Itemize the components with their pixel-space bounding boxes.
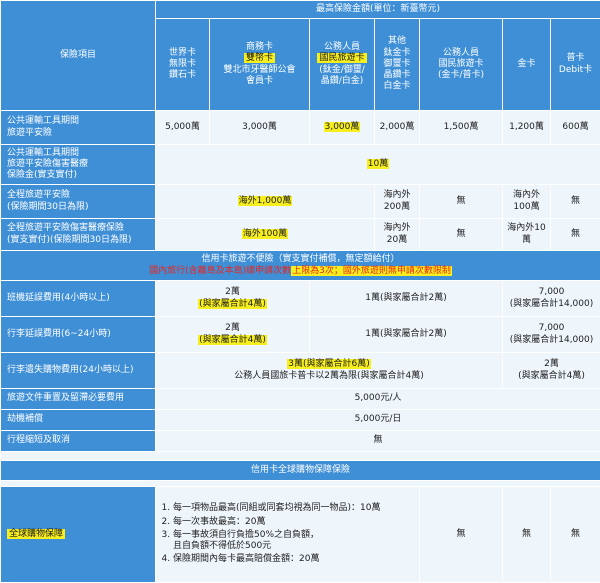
cell: 3,000萬 <box>210 111 310 145</box>
cell: 海外100萬 <box>156 219 375 251</box>
notice-highlight: 上限為3次；國外旅遊則無申請次數限制 <box>291 266 452 276</box>
cell: 海內外20萬 <box>375 219 420 251</box>
table-row: 行李延誤費用(6~24小時) 2萬 (與家屬合計4萬) 1萬(與家屬合計2萬) … <box>1 317 600 353</box>
table-row: 全球購物保障 每一項物品最高(同組或同套均視為同一物品)：10萬 每一次事故最高… <box>1 487 600 583</box>
row-label: 旅遊文件重置及留滯必要費用 <box>1 389 156 410</box>
table-row: 班機延誤費用(4小時以上) 2萬 (與家屬合計4萬) 1萬(與家屬合計2萬) 7… <box>1 281 600 317</box>
insurance-table: 保險項目 最高保險金額(單位：新臺幣元) 世界卡 無限卡 鑽石卡 商務卡 雙幣卡… <box>0 0 600 583</box>
row-label: 行李延誤費用(6~24小時) <box>1 317 156 353</box>
cell: 無 <box>420 219 503 251</box>
table-row: 公共運輸工具期間 旅遊平安險 5,000萬 3,000萬 3,000萬 2,00… <box>1 111 600 145</box>
cell: 無 <box>551 219 600 251</box>
card-header-gold: 金卡 <box>503 19 551 111</box>
card-header-civil-gold: 公務人員 國民旅遊卡 (金卡/普卡) <box>420 19 503 111</box>
dual-currency-highlight: 雙幣卡 <box>244 53 275 63</box>
spacer <box>1 452 600 461</box>
list-item: 每一事故須自行負擔50%之自負額，且自負額不得低於500元 <box>173 530 416 553</box>
table-row: 全程旅遊平安險傷害醫療保險 (實支實付)(保險期間30日為限) 海外100萬 海… <box>1 219 600 251</box>
table-row: 全程旅遊平安險 (保險期間30日為限) 海外1,000萬 海內外 200萬 無 … <box>1 185 600 219</box>
table-row: 公共運輸工具期間 旅遊平安險傷害醫療 保險金(實支實付) 10萬 <box>1 145 600 185</box>
item-column-header: 保險項目 <box>1 1 156 111</box>
cell: 2萬 (與家屬合計4萬) <box>156 281 310 317</box>
cell: 2萬 (與家屬合計4萬) <box>503 353 600 389</box>
cell: 5,000萬 <box>156 111 210 145</box>
cell: 無 <box>551 185 600 219</box>
table-row: 劫機補償 5,000元/日 <box>1 410 600 431</box>
cell: 1萬(與家屬合計2萬) <box>310 317 503 353</box>
card-header-other: 其他 鈦金卡 御璽卡 晶鑽卡 白金卡 <box>375 19 420 111</box>
row-label: 行李遺失購物費用(24小時以上) <box>1 353 156 389</box>
card-header-world: 世界卡 無限卡 鑽石卡 <box>156 19 210 111</box>
row-label: 行程縮短及取消 <box>1 431 156 452</box>
notice-prefix: 國內旅行(含離島及本島)總申請次數 <box>149 266 291 276</box>
cell: 7,000 (與家屬合計14,000) <box>503 317 600 353</box>
section-title: 信用卡旅遊不便險（實支實付補償，無定額給付） 國內旅行(含離島及本島)總申請次數… <box>1 251 600 281</box>
cell: 10萬 <box>156 145 600 185</box>
cell: 600萬 <box>551 111 600 145</box>
cell: 2,000萬 <box>375 111 420 145</box>
card-header-business: 商務卡 雙幣卡 雙北市牙醫師公會 會員卡 <box>210 19 310 111</box>
cell: 5,000元/人 <box>156 389 600 410</box>
shopping-notes: 每一項物品最高(同組或同套均視為同一物品)：10萬 每一次事故最高：20萬 每一… <box>156 487 420 583</box>
card-header-classic: 普卡 Debit卡 <box>551 19 600 111</box>
table-row: 行程縮短及取消 無 <box>1 431 600 452</box>
list-item: 保險期間內每卡最高賠償金額：20萬 <box>173 554 416 565</box>
list-item: 每一次事故最高：20萬 <box>173 517 416 528</box>
section-title: 信用卡全球購物保障保險 <box>1 461 600 481</box>
cell: 無 <box>156 431 600 452</box>
row-label: 班機延誤費用(4小時以上) <box>1 281 156 317</box>
cell: 海內外10萬 <box>503 219 551 251</box>
cell: 1,500萬 <box>420 111 503 145</box>
table-row: 行李遺失購物費用(24小時以上) 3萬(與家屬合計6萬) 公務人員國旅卡普卡以2… <box>1 353 600 389</box>
max-amount-header: 最高保險金額(單位：新臺幣元) <box>156 1 600 19</box>
cell: 無 <box>420 487 503 583</box>
cell: 無 <box>551 487 600 583</box>
cell: 海內外100萬 <box>503 185 551 219</box>
row-label: 全程旅遊平安險 (保險期間30日為限) <box>1 185 156 219</box>
cell: 1萬(與家屬合計2萬) <box>310 281 503 317</box>
cell: 2萬 (與家屬合計4萬) <box>156 317 310 353</box>
cell: 無 <box>503 487 551 583</box>
cell: 海內外 200萬 <box>375 185 420 219</box>
national-travel-highlight: 國民旅遊卡 <box>317 53 366 63</box>
cell: 3,000萬 <box>310 111 375 145</box>
row-label: 公共運輸工具期間 旅遊平安險 <box>1 111 156 145</box>
cell: 海外1,000萬 <box>156 185 375 219</box>
row-label: 劫機補償 <box>1 410 156 431</box>
section-header: 信用卡旅遊不便險（實支實付補償，無定額給付） 國內旅行(含離島及本島)總申請次數… <box>1 251 600 281</box>
cell: 無 <box>420 185 503 219</box>
list-item: 每一項物品最高(同組或同套均視為同一物品)：10萬 <box>173 503 416 514</box>
card-header-civil-travel: 公務人員 國民旅遊卡 (鈦金/御璽/ 晶鑽/白金) <box>310 19 375 111</box>
cell: 3萬(與家屬合計6萬) 公務人員國旅卡普卡以2萬為限(與家屬合計4萬) <box>156 353 503 389</box>
row-label: 全程旅遊平安險傷害醫療保險 (實支實付)(保險期間30日為限) <box>1 219 156 251</box>
row-label: 公共運輸工具期間 旅遊平安險傷害醫療 保險金(實支實付) <box>1 145 156 185</box>
cell: 7,000 (與家屬合計14,000) <box>503 281 600 317</box>
cell: 5,000元/日 <box>156 410 600 431</box>
section-header: 信用卡全球購物保障保險 <box>1 461 600 481</box>
table-row: 旅遊文件重置及留滯必要費用 5,000元/人 <box>1 389 600 410</box>
row-label: 全球購物保障 <box>1 487 156 583</box>
cell: 1,200萬 <box>503 111 551 145</box>
